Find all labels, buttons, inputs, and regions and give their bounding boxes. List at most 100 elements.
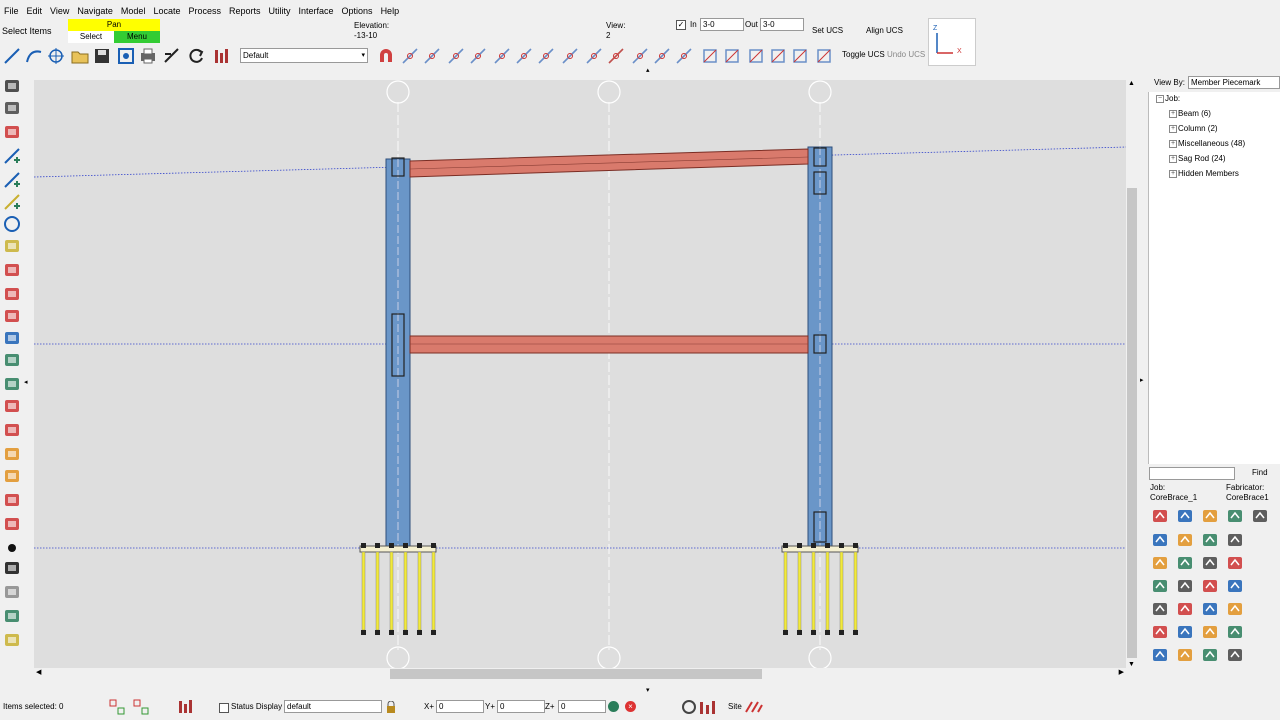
menu-view[interactable]: View	[46, 4, 73, 18]
find-button[interactable]: Find	[1252, 468, 1268, 477]
status-display-checkbox[interactable]	[219, 703, 229, 713]
node-icon[interactable]	[2, 606, 22, 626]
model-tools-icon[interactable]	[680, 698, 724, 716]
puzzle-icon[interactable]	[2, 444, 22, 464]
scroll-down-icon[interactable]: ▼	[1128, 661, 1135, 668]
palette-tool-23-icon[interactable]	[1200, 622, 1220, 642]
tree-item[interactable]: + Sag Rod (24)	[1169, 154, 1226, 164]
find-input[interactable]	[1149, 467, 1235, 480]
lock-icon[interactable]	[386, 700, 396, 713]
arrow-blue-icon[interactable]	[2, 328, 22, 348]
palette-tool-9-icon[interactable]	[1150, 553, 1170, 573]
palette-tool-15-icon[interactable]	[1200, 576, 1220, 596]
palette-tool-5-icon[interactable]	[1150, 530, 1170, 550]
horizontal-scrollbar[interactable]: ◀ ▶	[34, 668, 1126, 680]
expand-icon[interactable]: +	[1169, 140, 1177, 148]
toolbar-collapse-icon[interactable]: ▴	[646, 66, 650, 74]
z-field[interactable]: 0	[558, 700, 606, 713]
palette-tool-27-icon[interactable]	[1200, 645, 1220, 665]
out-field[interactable]: 3-0	[760, 18, 804, 31]
left-toolbar-expand-icon[interactable]: ◂	[24, 378, 28, 386]
member-add-icon[interactable]	[2, 284, 22, 304]
menu-binding[interactable]: Menu	[114, 31, 160, 43]
menu-locate[interactable]: Locate	[149, 4, 184, 18]
snap-point-icon[interactable]	[468, 46, 488, 66]
model-view[interactable]	[34, 80, 1126, 668]
menu-navigate[interactable]: Navigate	[73, 4, 117, 18]
refresh-icon[interactable]	[186, 46, 206, 66]
pan-binding[interactable]: Pan	[68, 19, 160, 31]
in-field[interactable]: 3-0	[700, 18, 744, 31]
status-icon[interactable]	[212, 46, 232, 66]
palette-tool-3-icon[interactable]	[1225, 506, 1245, 526]
palette-tool-24-icon[interactable]	[1225, 622, 1245, 642]
tree-icon[interactable]	[2, 350, 22, 370]
bolt-icon[interactable]	[746, 46, 766, 66]
palette-tool-28-icon[interactable]	[1225, 645, 1245, 665]
rotate-3d-icon[interactable]	[790, 46, 810, 66]
palette-tool-6-icon[interactable]	[1175, 530, 1195, 550]
magnet-icon[interactable]	[376, 46, 396, 66]
panel-expand-icon[interactable]: ▸	[1140, 376, 1144, 384]
expand-icon[interactable]: +	[1169, 125, 1177, 133]
arc-icon[interactable]	[24, 46, 44, 66]
stack-add-icon[interactable]	[2, 514, 22, 534]
grid-add-icon[interactable]	[2, 260, 22, 280]
palette-tool-21-icon[interactable]	[1150, 622, 1170, 642]
undo-ucs-button[interactable]: Undo UCS	[887, 50, 925, 59]
cancel-icon[interactable]: ×	[625, 701, 636, 712]
snap-int-icon[interactable]	[514, 46, 534, 66]
palette-tool-14-icon[interactable]	[1175, 576, 1195, 596]
pdf-icon[interactable]	[2, 396, 22, 416]
palette-tool-11-icon[interactable]	[1200, 553, 1220, 573]
tree-item[interactable]: + Hidden Members	[1169, 169, 1239, 179]
tree-item[interactable]: + Column (2)	[1169, 124, 1218, 134]
crosshair-icon[interactable]	[46, 46, 66, 66]
expand-icon[interactable]: +	[1169, 155, 1177, 163]
palette-tool-10-icon[interactable]	[1175, 553, 1195, 573]
save-icon[interactable]	[92, 46, 112, 66]
snap-cursor-icon[interactable]	[652, 46, 672, 66]
palette-tool-2-icon[interactable]	[1200, 506, 1220, 526]
tree-add-icon[interactable]	[2, 374, 22, 394]
measure-icon[interactable]	[162, 46, 182, 66]
grid-select-icon[interactable]	[108, 698, 126, 716]
tree-item[interactable]: + Miscellaneous (48)	[1169, 139, 1245, 149]
ruler-add-icon[interactable]	[2, 630, 22, 650]
palette-tool-8-icon[interactable]	[1225, 530, 1245, 550]
palette-tool-4-icon[interactable]	[1250, 506, 1270, 526]
palette-tool-12-icon[interactable]	[1225, 553, 1245, 573]
tree-root[interactable]: − Job:	[1156, 94, 1180, 104]
view-icon[interactable]	[116, 46, 136, 66]
update-icon[interactable]	[176, 698, 194, 716]
rotate-icon[interactable]	[722, 46, 742, 66]
menu-model[interactable]: Model	[117, 4, 150, 18]
draw-line-icon[interactable]	[2, 46, 22, 66]
snap-perp-icon[interactable]	[492, 46, 512, 66]
line-add-icon[interactable]	[2, 170, 22, 190]
snap-center-icon[interactable]	[674, 46, 694, 66]
palette-tool-17-icon[interactable]	[1150, 599, 1170, 619]
expand-icon[interactable]: +	[1169, 110, 1177, 118]
dots-icon[interactable]	[2, 558, 22, 578]
scroll-thumb[interactable]	[1127, 188, 1137, 658]
dot-icon[interactable]	[2, 538, 22, 558]
palette-tool-13-icon[interactable]	[1150, 576, 1170, 596]
in-checkbox[interactable]: ✓	[676, 20, 686, 30]
snap-near-icon[interactable]	[584, 46, 604, 66]
lines-icon[interactable]	[2, 192, 22, 212]
tree-item[interactable]: + Beam (6)	[1169, 109, 1211, 119]
puzzle-add-icon[interactable]	[2, 466, 22, 486]
toggle-ucs-button[interactable]: Toggle UCS	[842, 50, 885, 59]
palette-tool-16-icon[interactable]	[1225, 576, 1245, 596]
box-icon[interactable]	[2, 122, 22, 142]
display-icon[interactable]	[2, 76, 22, 96]
set-ucs-button[interactable]: Set UCS	[812, 26, 843, 35]
snap-arc-icon[interactable]	[446, 46, 466, 66]
snap-mid-icon[interactable]	[536, 46, 556, 66]
select-member-icon[interactable]	[2, 420, 22, 440]
scroll-left-icon[interactable]: ◀	[36, 668, 41, 676]
view-by-combo[interactable]: Member Piecemark	[1188, 76, 1280, 89]
menu-reports[interactable]: Reports	[225, 4, 265, 18]
palette-tool-1-icon[interactable]	[1175, 506, 1195, 526]
